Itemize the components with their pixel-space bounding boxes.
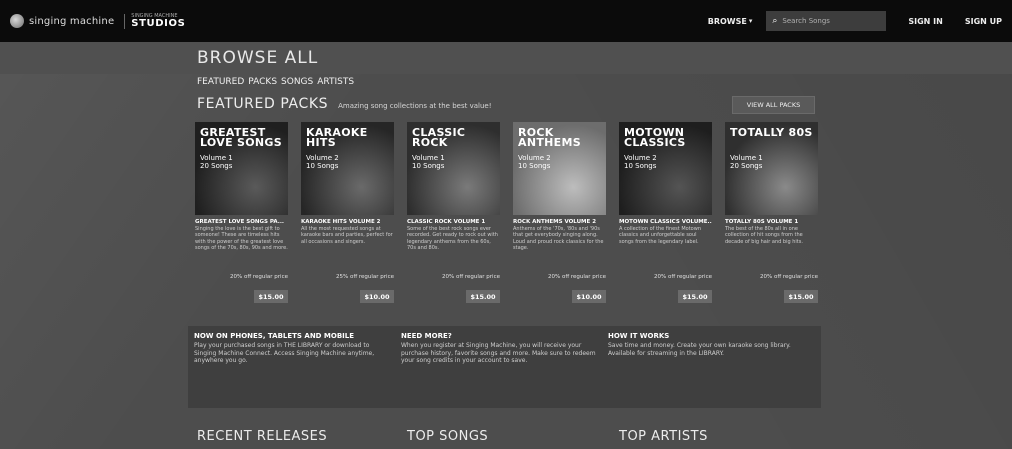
- pack-discount: 20% off regular price: [654, 274, 712, 280]
- search-icon[interactable]: ⌕: [772, 16, 777, 26]
- price-button[interactable]: $10.00: [360, 290, 394, 303]
- pack-cover-volume: Volume 2 10 Songs: [518, 154, 551, 170]
- pack-description: All the most requested songs at karaoke …: [301, 226, 393, 245]
- pack-cover-title: ROCK ANTHEMS: [518, 126, 581, 149]
- pack-cover[interactable]: MOTOWN CLASSICS Volume 2 10 Songs: [619, 122, 712, 215]
- info-body: When you register at Singing Machine, yo…: [401, 342, 596, 364]
- pack-card[interactable]: GREATEST LOVE SONGS Volume 1 20 Songs GRE…: [195, 122, 288, 312]
- top-songs-heading: TOP SONGS: [407, 429, 489, 444]
- pack-description: Anthems of the '70s, '80s and '90s that …: [513, 226, 604, 251]
- info-title: NEED MORE?: [401, 332, 452, 340]
- search-box: ⌕: [766, 11, 887, 31]
- page-title: BROWSE ALL: [197, 48, 319, 68]
- info-title: HOW IT WORKS: [608, 332, 670, 340]
- pack-name[interactable]: GREATEST LOVE SONGS PA...: [195, 219, 288, 225]
- pack-cover-volume: Volume 2 10 Songs: [306, 154, 339, 170]
- pack-cover-volume: Volume 1 20 Songs: [730, 154, 763, 170]
- tab-packs[interactable]: PACKS: [248, 77, 277, 87]
- page-header: BROWSE ALL: [0, 42, 1012, 74]
- pack-card[interactable]: CLASSIC ROCK Volume 1 10 Songs CLASSIC RO…: [407, 122, 500, 312]
- pack-cover[interactable]: KARAOKE HITS Volume 2 10 Songs: [301, 122, 394, 215]
- price-button[interactable]: $15.00: [784, 290, 818, 303]
- logo-text: singing machine: [29, 15, 115, 27]
- info-body: Save time and money. Create your own kar…: [608, 342, 791, 357]
- info-column-need-more: NEED MORE? When you register at Singing …: [401, 332, 608, 402]
- price-button[interactable]: $15.00: [254, 290, 288, 303]
- sign-up-link[interactable]: SIGN UP: [965, 17, 1002, 26]
- pack-name[interactable]: CLASSIC ROCK VOLUME 1: [407, 219, 500, 225]
- main-content: FEATURED PACKS SONGS ARTISTS FEATURED PA…: [0, 74, 1012, 449]
- featured-packs-header: FEATURED PACKS Amazing song collections …: [197, 96, 492, 112]
- pack-cover-title: CLASSIC ROCK: [412, 126, 466, 149]
- info-title: NOW ON PHONES, TABLETS AND MOBILE: [194, 332, 355, 340]
- pack-discount: 25% off regular price: [336, 274, 394, 280]
- nav-right: BROWSE ▾ ⌕ SIGN IN SIGN UP: [708, 11, 1002, 31]
- price-button[interactable]: $15.00: [466, 290, 500, 303]
- pack-card[interactable]: ROCK ANTHEMS Volume 2 10 Songs ROCK ANTHE…: [513, 122, 606, 312]
- browse-menu[interactable]: BROWSE ▾: [708, 17, 753, 26]
- pack-discount: 20% off regular price: [760, 274, 818, 280]
- info-column-how-it-works: HOW IT WORKS Save time and money. Create…: [608, 332, 815, 402]
- pack-cover[interactable]: TOTALLY 80s Volume 1 20 Songs: [725, 122, 818, 215]
- microphone-icon: [10, 14, 24, 28]
- pack-name[interactable]: MOTOWN CLASSICS VOLUME...: [619, 219, 712, 225]
- tab-featured[interactable]: FEATURED: [197, 77, 244, 87]
- chevron-down-icon: ▾: [748, 17, 753, 25]
- sign-in-link[interactable]: SIGN IN: [908, 17, 942, 26]
- browse-tabs: FEATURED PACKS SONGS ARTISTS: [197, 77, 354, 87]
- section-title: FEATURED PACKS: [197, 96, 329, 112]
- pack-cover-title: KARAOKE HITS: [306, 126, 368, 149]
- pack-description: The best of the 80s all in one collectio…: [725, 226, 803, 245]
- price-button[interactable]: $15.00: [678, 290, 712, 303]
- pack-card[interactable]: KARAOKE HITS Volume 2 10 Songs KARAOKE HI…: [301, 122, 394, 312]
- recent-releases-heading: RECENT RELEASES: [197, 429, 328, 444]
- bottom-section-headings: RECENT RELEASES TOP SONGS TOP ARTISTS: [197, 429, 708, 444]
- pack-cover[interactable]: ROCK ANTHEMS Volume 2 10 Songs: [513, 122, 606, 215]
- pack-card[interactable]: MOTOWN CLASSICS Volume 2 10 Songs MOTOWN …: [619, 122, 712, 312]
- section-subtitle: Amazing song collections at the best val…: [338, 102, 492, 110]
- pack-list: GREATEST LOVE SONGS Volume 1 20 Songs GRE…: [195, 122, 818, 312]
- pack-description: A collection of the finest Motown classi…: [619, 226, 701, 245]
- info-column-mobile: NOW ON PHONES, TABLETS AND MOBILE Play y…: [194, 332, 401, 402]
- pack-description: Singing the love is the best gift to som…: [195, 226, 288, 251]
- view-all-packs-button[interactable]: VIEW ALL PACKS: [732, 96, 815, 114]
- pack-cover-title: GREATEST LOVE SONGS: [200, 126, 282, 149]
- pack-discount: 20% off regular price: [230, 274, 288, 280]
- pack-name[interactable]: TOTALLY 80S VOLUME 1: [725, 219, 818, 225]
- pack-description: Some of the best rock songs ever recorde…: [407, 226, 498, 251]
- top-artists-heading: TOP ARTISTS: [619, 429, 708, 444]
- tab-artists[interactable]: ARTISTS: [317, 77, 354, 87]
- pack-cover-volume: Volume 1 10 Songs: [412, 154, 445, 170]
- pack-name[interactable]: ROCK ANTHEMS VOLUME 2: [513, 219, 606, 225]
- pack-cover[interactable]: GREATEST LOVE SONGS Volume 1 20 Songs: [195, 122, 288, 215]
- pack-name[interactable]: KARAOKE HITS VOLUME 2: [301, 219, 394, 225]
- search-input[interactable]: [782, 17, 878, 25]
- pack-discount: 20% off regular price: [442, 274, 500, 280]
- top-navigation: singing machine SINGING MACHINE STUDIOS …: [0, 0, 1012, 42]
- pack-cover-title: MOTOWN CLASSICS: [624, 126, 686, 149]
- info-panel: NOW ON PHONES, TABLETS AND MOBILE Play y…: [188, 326, 821, 408]
- studios-badge: SINGING MACHINE STUDIOS: [124, 13, 185, 29]
- pack-cover-title: TOTALLY 80s: [730, 126, 813, 139]
- info-body: Play your purchased songs in THE LIBRARY…: [194, 342, 375, 364]
- pack-cover-volume: Volume 1 20 Songs: [200, 154, 233, 170]
- price-button[interactable]: $10.00: [572, 290, 606, 303]
- pack-discount: 20% off regular price: [548, 274, 606, 280]
- site-logo[interactable]: singing machine SINGING MACHINE STUDIOS: [10, 13, 185, 29]
- pack-cover[interactable]: CLASSIC ROCK Volume 1 10 Songs: [407, 122, 500, 215]
- tab-songs[interactable]: SONGS: [281, 77, 313, 87]
- pack-cover-volume: Volume 2 10 Songs: [624, 154, 657, 170]
- pack-card[interactable]: TOTALLY 80s Volume 1 20 Songs TOTALLY 80S…: [725, 122, 818, 312]
